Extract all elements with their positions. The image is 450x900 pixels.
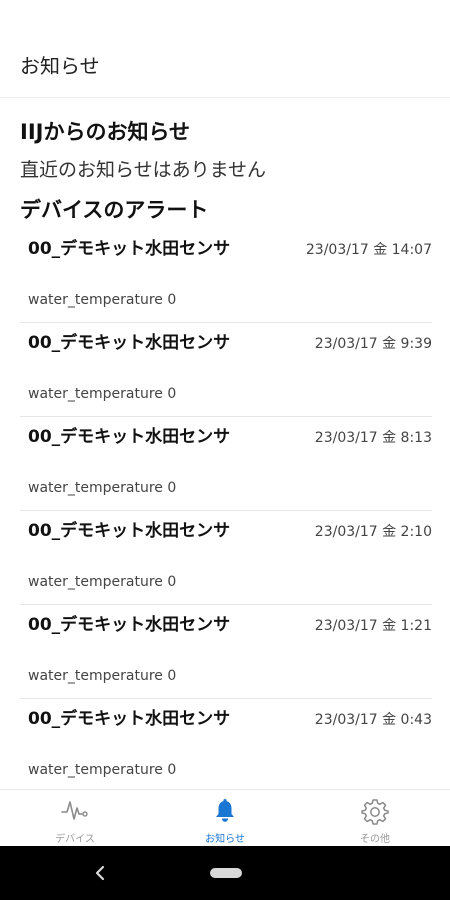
bottom-navigation: デバイス お知らせ その他 bbox=[0, 789, 450, 846]
alert-timestamp: 23/03/17 金 9:39 bbox=[314, 336, 432, 352]
alert-timestamp: 23/03/17 金 8:13 bbox=[314, 430, 432, 446]
alert-list-item[interactable]: 00_デモキット水田センサ 23/03/17 金 2:10 water_temp… bbox=[20, 511, 432, 605]
system-navigation-bar bbox=[0, 846, 450, 900]
alert-detail: water_temperature 0 bbox=[28, 386, 177, 402]
alert-list: 00_デモキット水田センサ 23/03/17 金 14:07 water_tem… bbox=[0, 229, 450, 789]
nav-tab-notifications[interactable]: お知らせ bbox=[150, 790, 300, 846]
iij-empty-message: 直近のお知らせはありません bbox=[20, 159, 267, 181]
nav-tab-devices[interactable]: デバイス bbox=[0, 790, 150, 846]
alert-list-item[interactable]: 00_デモキット水田センサ 23/03/17 金 0:43 water_temp… bbox=[20, 699, 432, 789]
nav-label-notifications: お知らせ bbox=[205, 834, 245, 845]
iij-section-title: IIJからのお知らせ bbox=[20, 120, 191, 144]
alert-detail: water_temperature 0 bbox=[28, 762, 177, 778]
alert-device-name: 00_デモキット水田センサ bbox=[28, 521, 231, 541]
alert-timestamp: 23/03/17 金 1:21 bbox=[314, 618, 432, 634]
alert-list-item[interactable]: 00_デモキット水田センサ 23/03/17 金 14:07 water_tem… bbox=[20, 229, 432, 323]
alert-timestamp: 23/03/17 金 14:07 bbox=[305, 242, 432, 258]
alert-timestamp: 23/03/17 金 0:43 bbox=[314, 712, 432, 728]
alert-device-name: 00_デモキット水田センサ bbox=[28, 333, 231, 353]
home-pill[interactable] bbox=[210, 868, 242, 878]
gear-icon bbox=[361, 799, 389, 825]
pulse-icon bbox=[61, 801, 88, 820]
nav-label-devices: デバイス bbox=[55, 834, 95, 845]
page-title: お知らせ bbox=[20, 54, 100, 78]
bell-icon bbox=[216, 799, 234, 822]
back-icon[interactable] bbox=[94, 864, 106, 882]
nav-label-other: その他 bbox=[360, 834, 390, 845]
nav-tab-other[interactable]: その他 bbox=[300, 790, 450, 846]
alert-device-name: 00_デモキット水田センサ bbox=[28, 427, 231, 447]
alert-list-item[interactable]: 00_デモキット水田センサ 23/03/17 金 9:39 water_temp… bbox=[20, 323, 432, 417]
alert-list-item[interactable]: 00_デモキット水田センサ 23/03/17 金 8:13 water_temp… bbox=[20, 417, 432, 511]
alerts-section-title: デバイスのアラート bbox=[20, 198, 209, 222]
alert-device-name: 00_デモキット水田センサ bbox=[28, 709, 231, 729]
alert-device-name: 00_デモキット水田センサ bbox=[28, 239, 231, 259]
app-header: お知らせ bbox=[0, 0, 450, 98]
alert-timestamp: 23/03/17 金 2:10 bbox=[314, 524, 432, 540]
alert-list-item[interactable]: 00_デモキット水田センサ 23/03/17 金 1:21 water_temp… bbox=[20, 605, 432, 699]
alert-device-name: 00_デモキット水田センサ bbox=[28, 615, 231, 635]
alert-detail: water_temperature 0 bbox=[28, 292, 177, 308]
alert-detail: water_temperature 0 bbox=[28, 668, 177, 684]
notifications-content[interactable]: IIJからのお知らせ 直近のお知らせはありません デバイスのアラート 00_デモ… bbox=[0, 99, 450, 789]
alert-detail: water_temperature 0 bbox=[28, 574, 177, 590]
alert-detail: water_temperature 0 bbox=[28, 480, 177, 496]
